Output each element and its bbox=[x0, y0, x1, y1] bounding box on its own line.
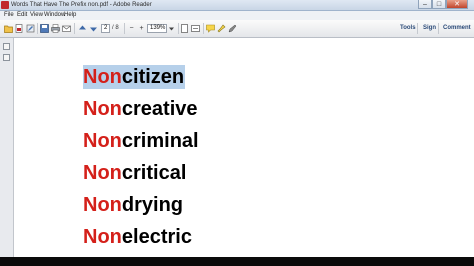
email-icon[interactable] bbox=[62, 24, 71, 33]
zoom-dropdown-icon[interactable] bbox=[167, 24, 176, 33]
word-prefix: Non bbox=[83, 226, 122, 248]
page-number-input[interactable]: 2 bbox=[101, 24, 110, 33]
menu-file[interactable]: File bbox=[4, 11, 14, 20]
toolbar-separator bbox=[417, 23, 418, 34]
window-title: Words That Have The Prefix non.pdf - Ado… bbox=[11, 2, 152, 8]
adobe-reader-icon bbox=[1, 1, 9, 9]
word-rest: drying bbox=[121, 194, 184, 216]
pdf-page: Noncitizen Noncreative Noncriminal Noncr… bbox=[14, 38, 474, 257]
next-page-icon[interactable] bbox=[89, 24, 98, 33]
word-prefix: Non bbox=[83, 130, 122, 152]
menu-edit[interactable]: Edit bbox=[17, 11, 27, 20]
title-bar: Words That Have The Prefix non.pdf - Ado… bbox=[0, 0, 474, 11]
highlight-icon[interactable] bbox=[217, 24, 226, 33]
sign-pen-icon[interactable] bbox=[228, 24, 237, 33]
word-item: Noncritical bbox=[83, 161, 186, 185]
fit-page-icon[interactable] bbox=[180, 24, 189, 33]
zoom-out-button[interactable]: − bbox=[127, 24, 136, 33]
menu-help[interactable]: Help bbox=[64, 11, 76, 20]
zoom-in-button[interactable]: + bbox=[137, 24, 146, 33]
word-item[interactable]: Noncitizen bbox=[83, 65, 186, 89]
adobe-reader-window: Words That Have The Prefix non.pdf - Ado… bbox=[0, 0, 474, 257]
open-icon[interactable] bbox=[4, 24, 13, 33]
toolbar-separator bbox=[37, 23, 38, 34]
page-total: / 8 bbox=[112, 25, 119, 31]
print-icon[interactable] bbox=[51, 24, 60, 33]
video-bottom-bar bbox=[0, 257, 474, 266]
minimize-button[interactable]: – bbox=[418, 0, 432, 9]
comment-pane-link[interactable]: Comment bbox=[443, 24, 471, 33]
toolbar-separator bbox=[124, 23, 125, 34]
word-item: Nonelectric bbox=[83, 225, 192, 249]
word-rest: electric bbox=[121, 226, 192, 248]
tools-pane-link[interactable]: Tools bbox=[400, 24, 416, 33]
word-item: Noncriminal bbox=[83, 129, 199, 153]
toolbar-separator bbox=[438, 23, 439, 34]
attachments-icon[interactable] bbox=[3, 54, 10, 61]
word-prefix: Non bbox=[83, 194, 122, 216]
edit-pdf-icon[interactable] bbox=[26, 24, 35, 33]
word-rest: critical bbox=[121, 162, 187, 184]
close-button[interactable]: ✕ bbox=[446, 0, 468, 9]
word-rest: citizen bbox=[121, 66, 185, 88]
menu-view[interactable]: View bbox=[30, 11, 43, 20]
word-rest: criminal bbox=[121, 130, 199, 152]
word-rest: creative bbox=[121, 98, 198, 120]
maximize-button[interactable]: □ bbox=[432, 0, 446, 9]
toolbar-separator bbox=[203, 23, 204, 34]
fit-width-icon[interactable] bbox=[191, 24, 200, 33]
create-pdf-icon[interactable] bbox=[15, 24, 24, 33]
previous-page-icon[interactable] bbox=[78, 24, 87, 33]
word-prefix: Non bbox=[83, 98, 122, 120]
navigation-pane bbox=[0, 38, 14, 257]
word-prefix: Non bbox=[83, 162, 122, 184]
sticky-note-icon[interactable] bbox=[206, 24, 215, 33]
toolbar-separator bbox=[178, 23, 179, 34]
word-prefix: Non bbox=[83, 66, 122, 88]
word-item: Nondrying bbox=[83, 193, 183, 217]
save-icon[interactable] bbox=[40, 24, 49, 33]
toolbar: 2 / 8 − + 139% Tools Sign Comment bbox=[0, 20, 474, 38]
zoom-input[interactable]: 139% bbox=[147, 24, 167, 33]
toolbar-separator bbox=[74, 23, 75, 34]
word-item: Noncreative bbox=[83, 97, 198, 121]
sign-pane-link[interactable]: Sign bbox=[423, 24, 436, 33]
menu-window[interactable]: Window bbox=[44, 11, 65, 20]
page-thumbnails-icon[interactable] bbox=[3, 43, 10, 50]
